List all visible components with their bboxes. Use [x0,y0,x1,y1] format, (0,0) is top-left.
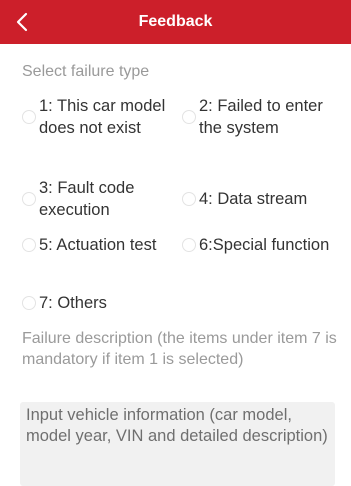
radio-icon [22,110,36,124]
option-4-label: 4: Data stream [199,190,308,208]
description-placeholder: Input vehicle information (car model, mo… [26,406,328,445]
failure-description-label: Failure description (the items under ite… [22,330,337,368]
option-3-label: 3: Fault code execution [39,179,135,219]
option-7-label: 7: Others [39,294,107,312]
option-2-label: 2: Failed to enter the system [199,97,323,137]
page-title: Feedback [138,13,213,30]
radio-icon [182,110,196,124]
option-7-radio[interactable]: 7: Others [22,292,182,314]
option-5-radio[interactable]: 5: Actuation test [22,234,182,256]
radio-icon [22,192,36,206]
option-6-radio[interactable]: 6:Special function [182,234,342,256]
option-4-radio[interactable]: 4: Data stream [182,188,342,210]
radio-icon [22,238,36,252]
radio-icon [182,192,196,206]
chevron-left-icon [16,12,28,32]
failure-description-input[interactable]: Input vehicle information (car model, mo… [20,402,335,486]
option-1-radio[interactable]: 1: This car model does not exist [22,95,182,139]
option-6-label: 6:Special function [199,236,330,254]
back-button[interactable] [10,9,34,35]
option-5-label: 5: Actuation test [39,236,157,254]
option-2-radio[interactable]: 2: Failed to enter the system [182,95,342,139]
option-3-radio[interactable]: 3: Fault code execution [22,177,182,221]
failure-type-label: Select failure type [22,63,150,80]
radio-icon [22,296,36,310]
radio-icon [182,238,196,252]
option-1-label: 1: This car model does not exist [39,97,166,137]
app-bar: Feedback [0,0,351,44]
